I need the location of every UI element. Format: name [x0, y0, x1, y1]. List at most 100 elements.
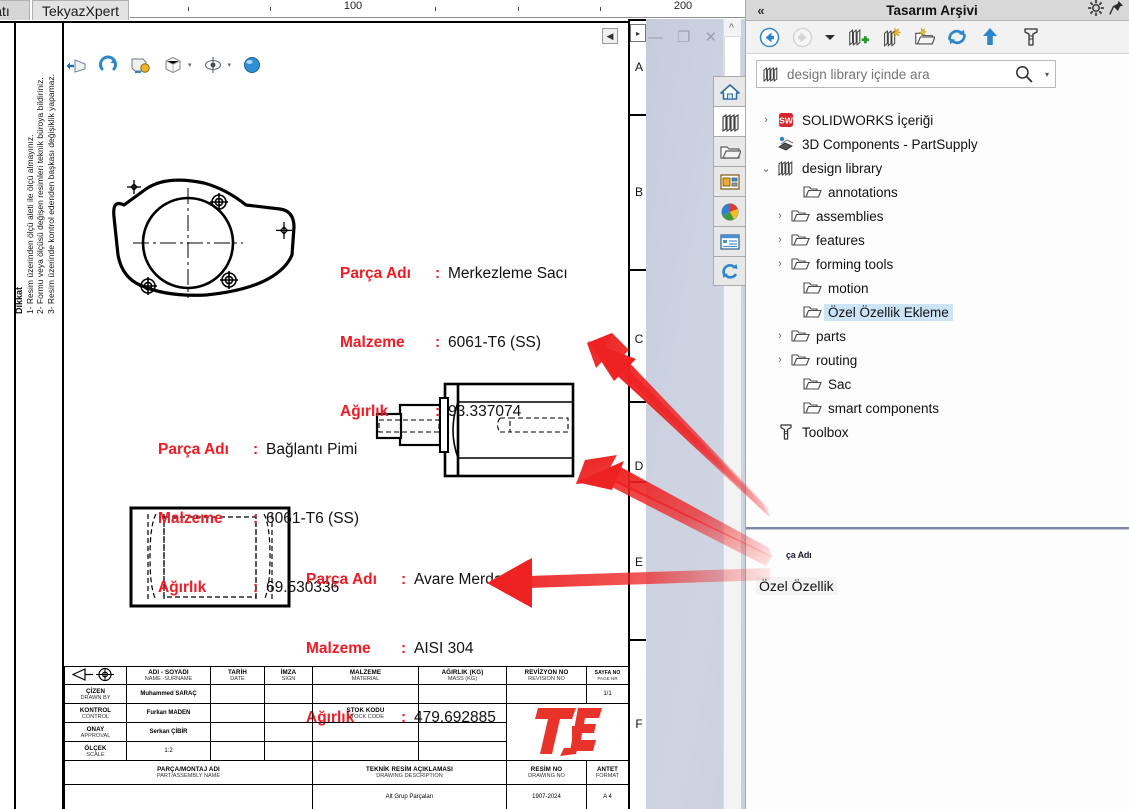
tree-item-ozel-ozellik-ekleme[interactable]: Özel Özellik Ekleme: [746, 300, 1129, 324]
custom-properties-icon[interactable]: [713, 256, 746, 286]
hide-show-icon[interactable]: [202, 54, 224, 76]
gear-icon[interactable]: [1087, 0, 1105, 21]
zone-nav-arrow-icon[interactable]: ▸: [630, 24, 646, 42]
open-folder-icon[interactable]: [913, 26, 935, 48]
th-mass: AĞIRLIK (KG) MASS (KG): [418, 666, 507, 685]
tree-item-sac[interactable]: Sac: [746, 372, 1129, 396]
tb-person-approval: Serkan ÇİBİR: [126, 722, 211, 742]
task-pane-title-bar: « Tasarım Arşivi: [746, 0, 1129, 21]
tree-item-features[interactable]: › features: [746, 228, 1129, 252]
annotation-row: Ağırlık : 93.337074: [340, 400, 568, 423]
chevron-down-icon[interactable]: ⌄: [758, 162, 774, 175]
company-logo-cell: [506, 703, 629, 761]
tb-role-scale: ÖLÇEK SCALE: [64, 741, 127, 761]
folder-icon: [788, 352, 812, 368]
close-button[interactable]: ✕: [704, 28, 717, 46]
tree-item-smart-components[interactable]: smart components: [746, 396, 1129, 420]
design-library-tree: › SW SOLIDWORKS İçeriği 3D Components - …: [746, 108, 1129, 444]
view-merkezleme-saci[interactable]: [96, 155, 326, 325]
svg-text:SW: SW: [779, 116, 794, 126]
file-explorer-icon[interactable]: [713, 136, 746, 166]
add-to-library-icon[interactable]: [847, 26, 869, 48]
tree-item-design-library[interactable]: ⌄ design library: [746, 156, 1129, 180]
chevron-down-icon[interactable]: ▾: [188, 61, 192, 69]
dikkat-line-1: 1- Resim üzerinden ölçü aleti ile ölçü a…: [24, 134, 35, 314]
preview-item-label[interactable]: Özel Özellik: [756, 577, 837, 595]
tree-item-routing[interactable]: › routing: [746, 348, 1129, 372]
tree-item-solidworks-icerigi[interactable]: › SW SOLIDWORKS İçeriği: [746, 108, 1129, 132]
up-one-level-icon[interactable]: [979, 26, 1001, 48]
document-tab-tekyazxpert[interactable]: TekyazXpert: [32, 0, 129, 20]
ruler-tick: [600, 7, 601, 11]
folder-icon: [800, 184, 824, 200]
collapse-tree-button[interactable]: ◀: [602, 28, 618, 44]
design-library-icon[interactable]: [713, 106, 746, 136]
search-input[interactable]: [785, 65, 1009, 83]
collapse-pane-icon[interactable]: «: [746, 3, 776, 18]
tb-material-3: [312, 722, 419, 742]
tree-item-toolbox[interactable]: Toolbox: [746, 420, 1129, 444]
back-icon[interactable]: [758, 26, 780, 48]
tree-item-annotations[interactable]: annotations: [746, 180, 1129, 204]
chevron-right-icon[interactable]: ›: [772, 330, 788, 342]
redo-view-icon[interactable]: [98, 54, 120, 76]
th-stock-tr: STOK KODU: [346, 706, 385, 714]
view-palette-icon[interactable]: [713, 166, 746, 196]
chevron-down-icon[interactable]: ▾: [1039, 70, 1055, 79]
appearance-icon[interactable]: [241, 54, 263, 76]
chevron-right-icon[interactable]: ›: [772, 234, 788, 246]
chevron-right-icon[interactable]: ›: [772, 258, 788, 270]
task-pane-splitter[interactable]: [746, 527, 1129, 530]
display-style-icon[interactable]: [162, 54, 184, 76]
annotation-separator: :: [401, 571, 407, 588]
tree-item-label: smart components: [828, 400, 940, 416]
th-partname-en: PART/ASSEMBLY NAME: [156, 773, 221, 779]
new-folder-icon[interactable]: [880, 26, 902, 48]
tree-item-motion[interactable]: motion: [746, 276, 1129, 300]
th-material-tr: MALZEME: [349, 669, 382, 676]
appearances-scenes-icon[interactable]: [713, 226, 746, 256]
tree-item-forming-tools[interactable]: › forming tools: [746, 252, 1129, 276]
horizontal-ruler: 100 200: [130, 0, 745, 19]
pin-icon[interactable]: [1109, 0, 1124, 21]
refresh-icon[interactable]: [946, 26, 968, 48]
annotation-separator: :: [435, 334, 441, 351]
previous-view-icon[interactable]: [66, 54, 88, 76]
tree-item-assemblies[interactable]: › assemblies: [746, 204, 1129, 228]
search-box[interactable]: ▾: [756, 60, 1056, 88]
folder-icon: [800, 400, 824, 416]
tb-role-en: SCALE: [86, 751, 105, 758]
chevron-right-icon[interactable]: ›: [772, 354, 788, 366]
dropdown-arrow-icon[interactable]: [824, 26, 836, 48]
tb-mass-2: [418, 703, 507, 723]
solidworks-resources-icon[interactable]: [713, 196, 746, 226]
tree-item-label: features: [816, 232, 865, 248]
th-sign-tr: İMZA: [280, 669, 297, 676]
tab-label: TekyazXpert: [41, 2, 120, 19]
search-icon[interactable]: [1009, 64, 1039, 84]
document-tab-inactive[interactable]: atı: [0, 0, 30, 20]
annotation-label: Parça Adı: [158, 441, 229, 458]
chevron-right-icon[interactable]: ›: [758, 114, 774, 126]
tree-item-3d-components[interactable]: 3D Components - PartSupply: [746, 132, 1129, 156]
tree-item-label: annotations: [828, 184, 898, 200]
tree-item-label: parts: [816, 328, 847, 344]
th-partname: PARÇA/MONTAJ ADI PART/ASSEMBLY NAME: [64, 760, 313, 785]
tb-sign-1: [264, 684, 313, 704]
home-icon[interactable]: [713, 76, 746, 106]
minimize-button[interactable]: —: [648, 29, 663, 46]
tree-item-parts[interactable]: › parts: [746, 324, 1129, 348]
chevron-down-icon[interactable]: ▾: [228, 61, 232, 69]
tb-description-value: Alt Grup Parçaları: [312, 784, 507, 809]
tree-item-label: Özel Özellik Ekleme: [824, 303, 953, 321]
toolbox-icon[interactable]: [1020, 26, 1042, 48]
annotation-label: Malzeme: [340, 334, 405, 351]
restore-button[interactable]: ❐: [677, 28, 690, 46]
chevron-right-icon[interactable]: ›: [772, 210, 788, 222]
th-date: TARİH DATE: [210, 666, 265, 685]
preview-macro-label: ça Adı: [786, 550, 812, 560]
tb-date-2: [210, 703, 265, 723]
annotation-value: Merkezleme Sacı: [448, 265, 568, 282]
th-name-en: NAME -SURNAME: [144, 676, 193, 682]
section-view-icon[interactable]: [130, 54, 152, 76]
